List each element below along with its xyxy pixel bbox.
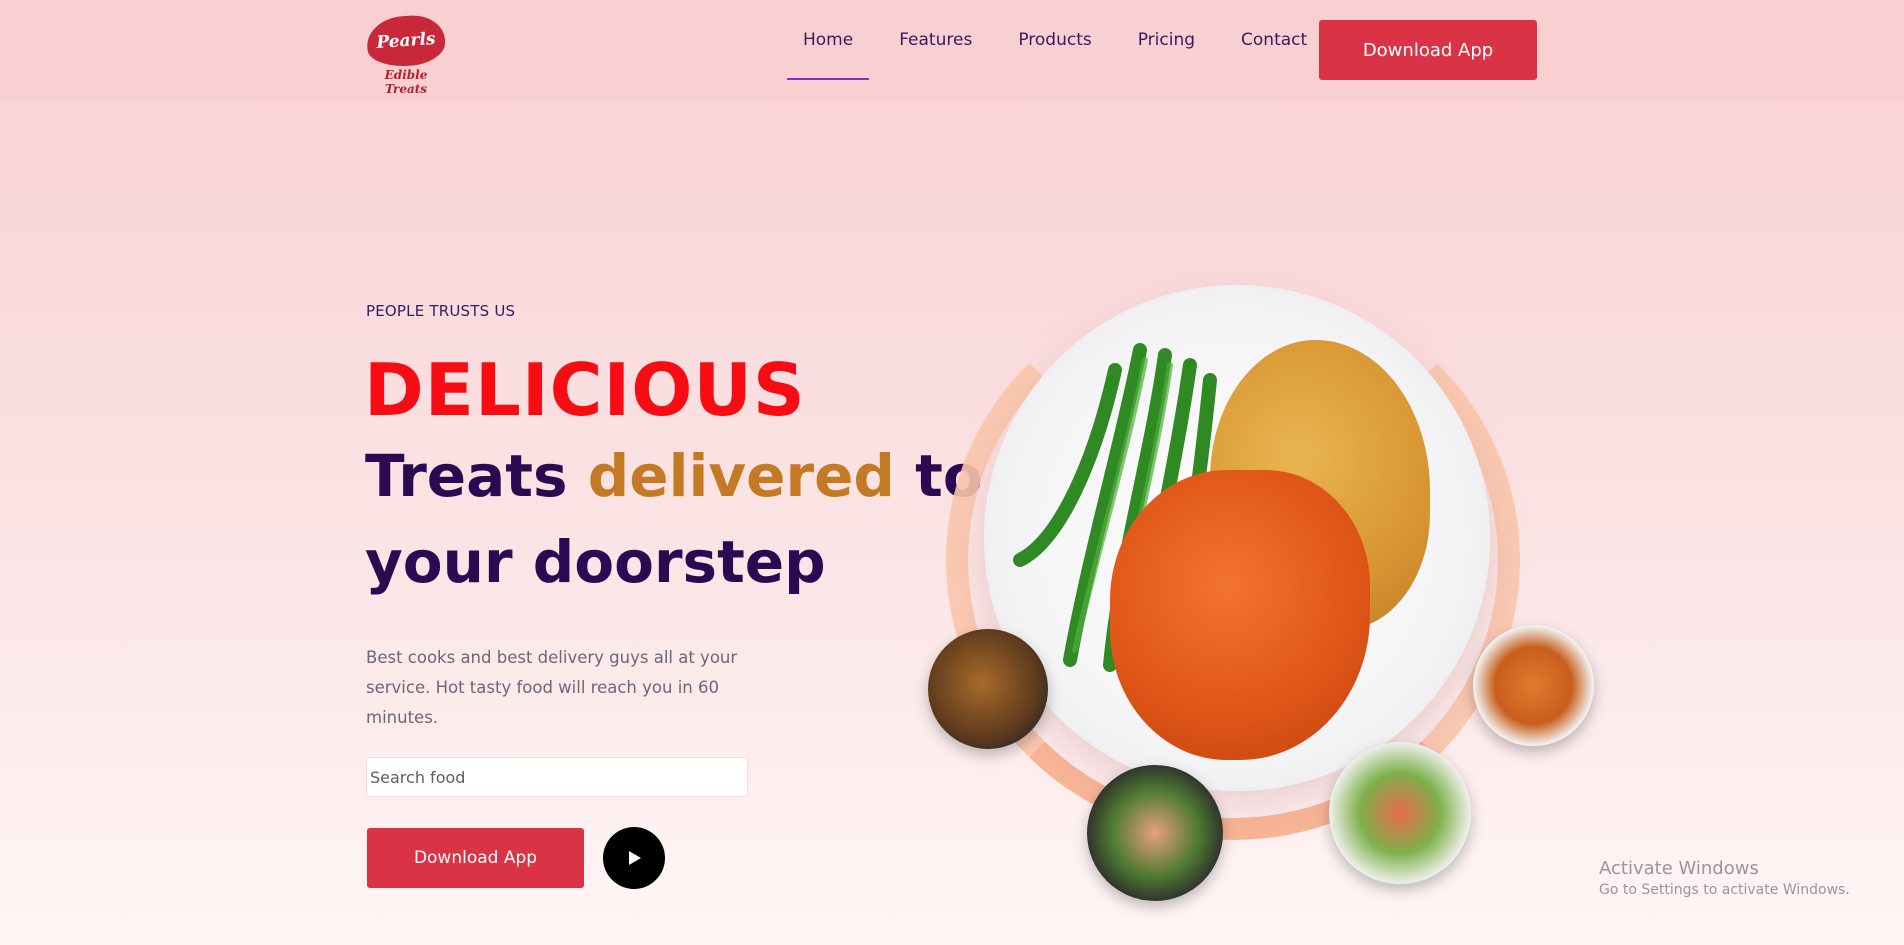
- bowl-salmon-beans-image: [1087, 765, 1223, 901]
- headline-word-delivered: delivered: [587, 442, 895, 510]
- nav-item-products[interactable]: Products: [1002, 0, 1107, 80]
- headline-word-treats: Treats: [365, 442, 588, 510]
- play-video-button[interactable]: [603, 827, 665, 889]
- hero-headline-line2: Treats delivered to: [365, 442, 983, 510]
- main-nav: Home Features Products Pricing Contact: [787, 0, 1337, 80]
- play-icon: [629, 851, 641, 865]
- nav-item-pricing[interactable]: Pricing: [1122, 0, 1211, 80]
- hero-description: Best cooks and best delivery guys all at…: [366, 648, 738, 727]
- nav-item-label: Contact: [1241, 30, 1308, 50]
- search-food-input[interactable]: [366, 757, 748, 797]
- activate-windows-subtitle: Go to Settings to activate Windows.: [1599, 882, 1850, 898]
- nav-item-label: Home: [803, 30, 854, 50]
- nav-item-label: Pricing: [1137, 30, 1196, 50]
- hero-download-app-button[interactable]: Download App: [367, 828, 584, 888]
- nav-item-home[interactable]: Home: [787, 0, 870, 80]
- header-download-app-button[interactable]: Download App: [1319, 20, 1537, 80]
- chicken-curry-image: [1110, 470, 1370, 760]
- nav-item-features[interactable]: Features: [883, 0, 988, 80]
- activate-windows-title: Activate Windows: [1599, 858, 1759, 879]
- nav-item-contact[interactable]: Contact: [1225, 0, 1323, 80]
- site-header: Pearls Edible Treats Home Features Produ…: [0, 0, 1904, 101]
- brand-logo[interactable]: Pearls Edible Treats: [365, 13, 447, 96]
- bowl-grilled-chicken-image: [1473, 625, 1594, 746]
- logo-badge: Pearls: [365, 13, 447, 69]
- bowl-salmon-salad-image: [1329, 742, 1471, 884]
- hero-headline-line3: your doorstep: [365, 528, 826, 596]
- bowl-chickpea-image: [928, 629, 1048, 749]
- nav-item-label: Products: [1018, 30, 1092, 50]
- nav-item-label: Features: [899, 30, 973, 50]
- logo-tagline: Edible Treats: [384, 68, 428, 96]
- hero-eyebrow: PEOPLE TRUSTS US: [366, 302, 516, 320]
- hero-headline-primary: DELICIOUS: [364, 348, 806, 432]
